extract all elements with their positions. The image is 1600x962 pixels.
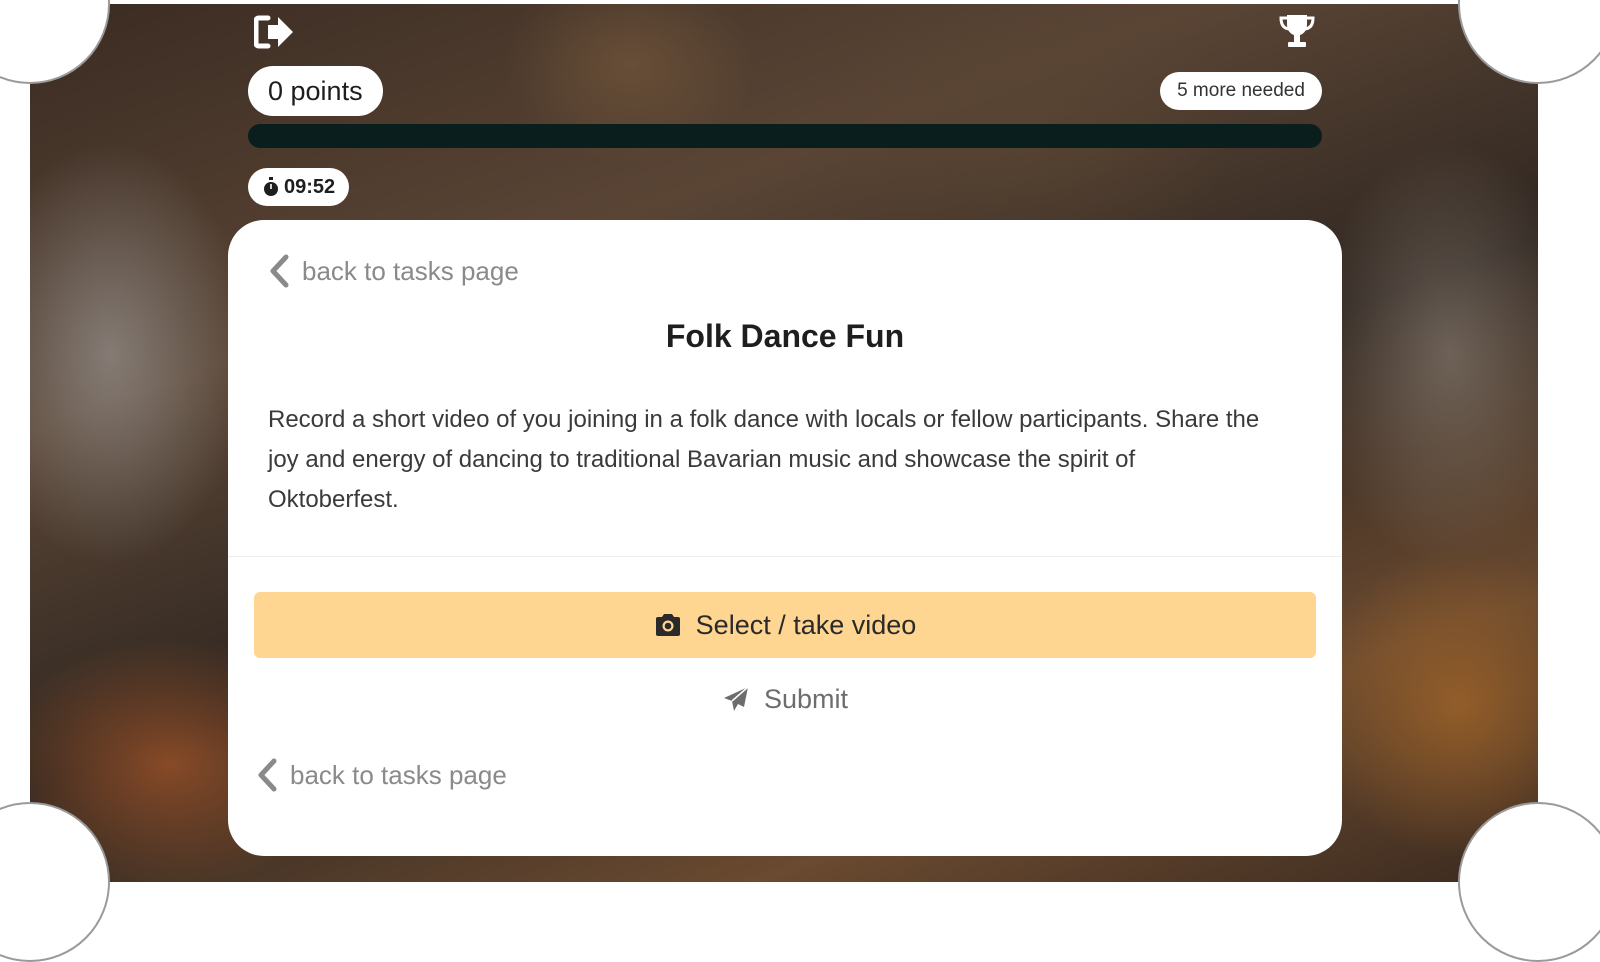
task-description: Record a short video of you joining in a… bbox=[268, 406, 1260, 513]
select-video-label: Select / take video bbox=[695, 609, 917, 640]
camera-icon bbox=[655, 614, 680, 636]
points-needed-label: 5 more needed bbox=[1177, 80, 1305, 101]
back-to-tasks-link-bottom[interactable]: back to tasks page bbox=[256, 758, 507, 792]
points-needed-badge: 5 more needed bbox=[1160, 72, 1322, 110]
timer-badge: 09:52 bbox=[248, 168, 350, 206]
select-video-button[interactable]: Select / take video bbox=[254, 592, 1316, 658]
back-to-tasks-link[interactable]: back to tasks page bbox=[268, 254, 519, 288]
sign-out-icon[interactable] bbox=[254, 14, 294, 50]
task-card: back to tasks page Folk Dance Fun Record… bbox=[228, 220, 1342, 856]
submit-button[interactable]: Submit bbox=[228, 672, 1342, 726]
points-progress-bar bbox=[248, 124, 1322, 148]
back-link-label: back to tasks page bbox=[302, 255, 519, 286]
stopwatch-icon bbox=[264, 177, 278, 196]
timer-label: 09:52 bbox=[284, 175, 336, 198]
submit-label: Submit bbox=[763, 683, 849, 714]
points-badge: 0 points bbox=[248, 66, 383, 116]
back-link-bottom-label: back to tasks page bbox=[290, 759, 507, 790]
divider bbox=[228, 556, 1342, 557]
chevron-left-icon bbox=[270, 254, 289, 288]
chevron-left-icon bbox=[258, 758, 277, 792]
points-label: 0 points bbox=[268, 75, 363, 106]
ticket-corner-notch bbox=[1458, 802, 1600, 962]
paper-plane-icon bbox=[723, 686, 749, 711]
trophy-icon[interactable] bbox=[1278, 12, 1316, 50]
task-title: Folk Dance Fun bbox=[665, 318, 905, 354]
